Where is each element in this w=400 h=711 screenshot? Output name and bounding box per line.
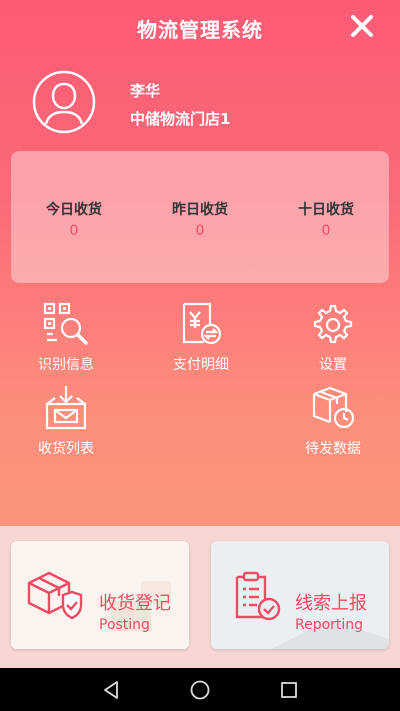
inbox-box-icon	[45, 386, 87, 430]
close-icon[interactable]	[348, 12, 376, 40]
stat-label: 今日收货	[46, 202, 102, 218]
avatar-icon[interactable]	[32, 70, 96, 134]
stat-ten-days[interactable]: 十日收货 0	[271, 199, 381, 239]
stat-value: 0	[321, 223, 331, 239]
menu-pending-label: 待发数据	[305, 441, 361, 457]
menu-pending[interactable]: 待发数据	[278, 384, 388, 458]
box-shield-icon	[27, 571, 83, 620]
clipboard-check-icon	[235, 571, 281, 621]
report-title: 线索上报	[295, 593, 367, 614]
report-card[interactable]: 线索上报 Reporting	[211, 541, 389, 649]
qr-search-icon	[43, 302, 88, 345]
system-nav-bar	[0, 668, 400, 711]
receive-register-card[interactable]: 收货登记 Posting	[11, 541, 189, 649]
gear-icon	[313, 304, 353, 344]
menu-payment-label: 支付明细	[173, 357, 229, 373]
receive-register-title: 收货登记	[99, 593, 171, 614]
menu-payment[interactable]: 支付明细	[146, 300, 256, 374]
back-icon[interactable]	[100, 679, 122, 701]
bottom-cards: 收货登记 Posting 线索上报 Reporting	[0, 526, 400, 668]
payment-icon	[182, 302, 222, 345]
user-name: 李华	[130, 82, 161, 100]
stat-yesterday[interactable]: 昨日收货 0	[145, 199, 255, 239]
menu-settings-label: 设置	[319, 357, 347, 373]
menu-identify-label: 识别信息	[38, 357, 94, 373]
stat-today[interactable]: 今日收货 0	[19, 199, 129, 239]
stats-panel: 今日收货 0 昨日收货 0 十日收货 0	[11, 151, 389, 283]
menu-settings[interactable]: 设置	[278, 300, 388, 374]
box-clock-icon	[312, 386, 355, 429]
menu-receive-list-label: 收货列表	[38, 441, 94, 457]
stat-value: 0	[69, 223, 79, 239]
stat-value: 0	[195, 223, 205, 239]
report-subtitle: Reporting	[295, 617, 364, 633]
user-store: 中储物流门店1	[130, 110, 231, 128]
menu-receive-list[interactable]: 收货列表	[11, 384, 121, 458]
page-title: 物流管理系统	[137, 18, 263, 42]
menu-identify[interactable]: 识别信息	[11, 300, 121, 374]
home-icon[interactable]	[189, 679, 211, 701]
stat-label: 昨日收货	[172, 202, 228, 218]
recent-apps-icon[interactable]	[278, 679, 300, 701]
receive-register-subtitle: Posting	[99, 617, 150, 633]
stat-label: 十日收货	[298, 202, 354, 218]
